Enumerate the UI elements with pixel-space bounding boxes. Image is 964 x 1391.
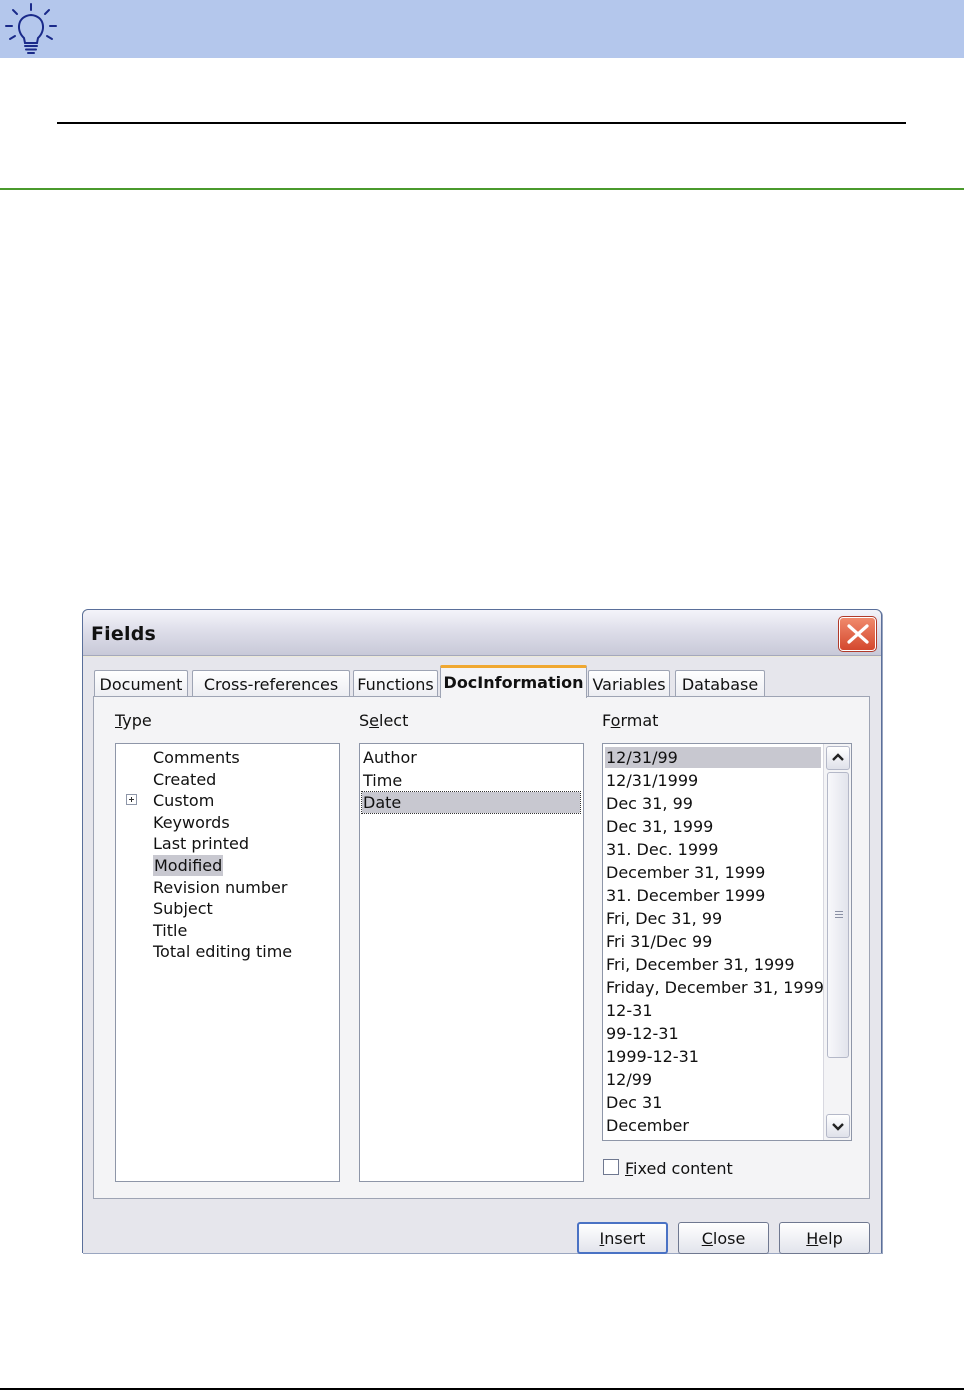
type-list[interactable]: Comments Created Custom Keywords Last pr… <box>115 743 340 1182</box>
format-label: Format <box>602 711 659 730</box>
list-item[interactable]: 12/99 <box>606 1069 652 1090</box>
tab-document[interactable]: Document <box>94 670 188 697</box>
chevron-up-icon <box>832 753 844 761</box>
lightbulb-icon <box>5 3 57 54</box>
list-item[interactable]: Time <box>363 770 402 791</box>
close-dialog-button[interactable] <box>838 616 877 652</box>
list-item[interactable]: Subject <box>153 898 213 919</box>
dialog-body: Document Cross-references Functions DocI… <box>83 657 881 1254</box>
grip-icon <box>835 911 843 920</box>
list-item-selected[interactable]: Modified <box>153 855 224 876</box>
insert-button[interactable]: Insert <box>577 1222 668 1254</box>
list-item[interactable]: Dec 31, 1999 <box>606 816 713 837</box>
list-item[interactable]: Title <box>153 920 187 941</box>
format-list[interactable]: 12/31/99 12/31/1999 Dec 31, 99 Dec 31, 1… <box>602 743 852 1141</box>
list-item[interactable]: Revision number <box>153 877 287 898</box>
list-item[interactable]: Custom <box>153 790 214 811</box>
list-item[interactable]: Author <box>363 747 417 768</box>
separator-line <box>57 122 906 124</box>
scroll-up-button[interactable] <box>826 746 850 770</box>
tab-variables[interactable]: Variables <box>588 670 670 697</box>
plus-expander-icon[interactable] <box>126 794 137 805</box>
list-item[interactable]: Dec 31 <box>606 1092 662 1113</box>
list-item[interactable]: Last printed <box>153 833 249 854</box>
list-item[interactable]: Fri, Dec 31, 99 <box>606 908 722 929</box>
list-item[interactable]: 1999-12-31 <box>606 1046 699 1067</box>
scroll-thumb[interactable] <box>827 772 849 1058</box>
chevron-down-icon <box>832 1123 844 1131</box>
fixed-content-checkbox[interactable] <box>603 1159 619 1175</box>
list-item[interactable]: 12/31/1999 <box>606 770 698 791</box>
list-item[interactable]: December 31, 1999 <box>606 862 765 883</box>
list-item[interactable]: December <box>606 1115 689 1136</box>
list-item[interactable]: 31. Dec. 1999 <box>606 839 718 860</box>
separator-line <box>0 1388 964 1390</box>
close-icon <box>847 624 869 644</box>
list-item[interactable]: 99-12-31 <box>606 1023 679 1044</box>
fields-dialog: Fields Document Cross-references Functio… <box>82 609 882 1254</box>
list-item[interactable]: Total editing time <box>153 941 292 962</box>
docinformation-panel: Type Select Format Comments Created Cust… <box>93 696 870 1199</box>
list-item[interactable]: Fri 31/Dec 99 <box>606 931 712 952</box>
list-item-selected[interactable]: 12/31/99 <box>605 747 821 768</box>
help-button[interactable]: Help <box>779 1222 870 1254</box>
dialog-titlebar[interactable]: Fields <box>83 610 881 656</box>
fixed-content-label[interactable]: Fixed content <box>625 1159 733 1178</box>
type-label: Type <box>115 711 152 730</box>
list-item[interactable]: Keywords <box>153 812 230 833</box>
tab-database[interactable]: Database <box>675 670 765 697</box>
list-item[interactable]: 31. December 1999 <box>606 885 765 906</box>
list-item[interactable]: Comments <box>153 747 240 768</box>
tab-cross-references[interactable]: Cross-references <box>192 670 350 697</box>
dialog-title: Fields <box>91 623 157 645</box>
list-item[interactable]: Friday, December 31, 1999 <box>606 977 824 998</box>
format-scrollbar[interactable] <box>823 744 851 1140</box>
tip-banner <box>0 0 964 58</box>
tab-functions[interactable]: Functions <box>353 670 438 697</box>
scroll-down-button[interactable] <box>826 1114 850 1138</box>
list-item[interactable]: Created <box>153 769 216 790</box>
list-item[interactable]: Fri, December 31, 1999 <box>606 954 795 975</box>
close-button[interactable]: Close <box>678 1222 769 1254</box>
select-label: Select <box>359 711 409 730</box>
separator-line <box>0 188 964 190</box>
list-item[interactable]: 12-31 <box>606 1000 653 1021</box>
list-item-selected[interactable]: Date <box>361 791 581 814</box>
list-item[interactable]: Dec 31, 99 <box>606 793 693 814</box>
select-list[interactable]: Author Time Date <box>359 743 584 1182</box>
tab-docinformation[interactable]: DocInformation <box>440 665 587 698</box>
